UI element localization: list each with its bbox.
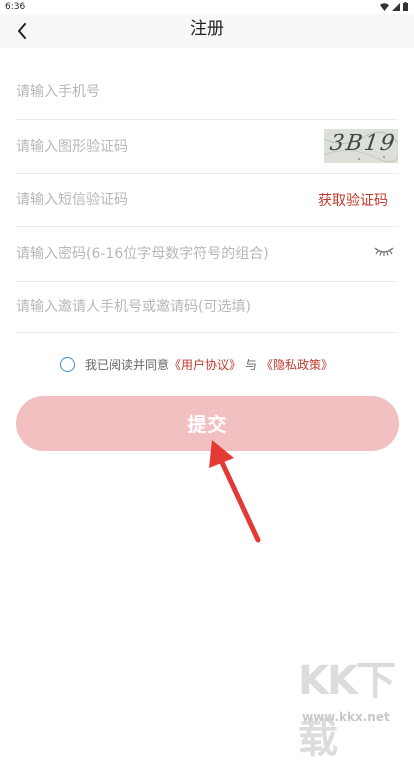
eye-closed-icon[interactable] [374,245,394,257]
status-bar: 6:36 [0,0,414,14]
privacy-policy-link[interactable]: 《隐私政策》 [261,356,333,373]
sms-code-row: 获取验证码 [16,174,398,227]
sms-code-input[interactable] [16,174,296,226]
agreement-checkbox[interactable] [60,356,75,372]
invite-row [16,282,398,333]
watermark-logo: KK下载 [298,658,396,762]
status-icons [380,2,408,11]
navigation-bar: 注册 [0,14,414,48]
page-title: 注册 [190,19,224,39]
image-code-row: 3B19 [16,120,398,174]
invite-input[interactable] [16,282,376,332]
get-sms-code-button[interactable]: 获取验证码 [318,174,388,226]
watermark: KK下载 www.kkx.net [290,648,410,762]
annotation-arrow-icon [209,440,261,543]
image-code-input[interactable] [16,120,296,173]
captcha-image[interactable]: 3B19 [324,129,398,163]
phone-row [16,64,398,120]
watermark-url: www.kkx.net [302,710,390,724]
status-time: 6:36 [5,2,26,12]
captcha-text: 3B19 [328,131,398,156]
agreement-connector: 与 [245,357,258,372]
wifi-icon [380,2,389,11]
phone-input[interactable] [16,64,296,119]
password-row [16,227,398,282]
agreement-prefix: 我已阅读并同意 [85,357,170,372]
password-input[interactable] [16,227,356,281]
back-arrow-icon [18,23,26,39]
signal-icon [392,2,400,11]
agreement-row: 我已阅读并同意 《用户协议》 与 《隐私政策》 [60,354,333,374]
back-button[interactable] [10,19,34,43]
battery-icon [403,2,408,11]
user-agreement-link[interactable]: 《用户协议》 [169,356,241,373]
